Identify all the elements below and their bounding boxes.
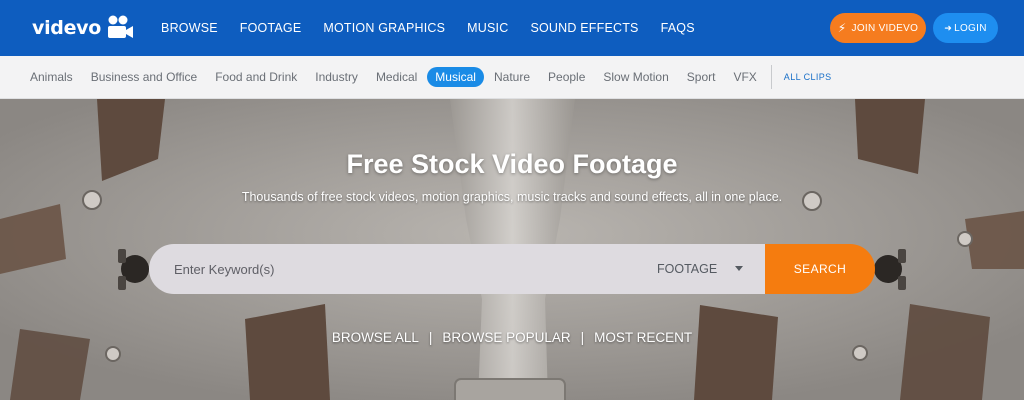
category-food-and-drink[interactable]: Food and Drink [207, 67, 305, 87]
film-camera-icon [108, 15, 134, 38]
login-button[interactable]: ➜ LOGIN [933, 13, 998, 43]
join-label: JOIN VIDEVO [851, 22, 919, 34]
search-type-value: FOOTAGE [657, 262, 718, 276]
top-navigation: videvo BROWSE FOOTAGE MOTION GRAPHICS MUSIC… [0, 0, 1024, 56]
all-clips-link[interactable]: ALL CLIPS [784, 72, 832, 82]
search-button[interactable]: SEARCH [765, 244, 875, 294]
category-animals[interactable]: Animals [22, 67, 81, 87]
category-bar: Animals Business and Office Food and Drink… [0, 56, 1024, 99]
category-vfx[interactable]: VFX [725, 67, 764, 87]
category-people[interactable]: People [540, 67, 593, 87]
hero-banner: Free Stock Video Footage Thousands of fr… [0, 99, 1024, 400]
nav-link-motion-graphics[interactable]: MOTION GRAPHICS [323, 21, 445, 35]
category-sport[interactable]: Sport [679, 67, 724, 87]
login-icon: ➜ [944, 22, 953, 33]
nav-link-browse[interactable]: BROWSE [161, 21, 218, 35]
chevron-down-icon [735, 266, 743, 271]
category-musical[interactable]: Musical [427, 67, 484, 87]
hero-title: Free Stock Video Footage [346, 149, 678, 179]
nav-link-music[interactable]: MUSIC [467, 21, 508, 35]
category-list: Animals Business and Office Food and Drink… [22, 67, 767, 87]
category-nature[interactable]: Nature [486, 67, 538, 87]
category-medical[interactable]: Medical [368, 67, 425, 87]
nav-link-faqs[interactable]: FAQS [661, 21, 695, 35]
category-slow-motion[interactable]: Slow Motion [595, 67, 676, 87]
lightning-icon: ⚡︎ [837, 21, 847, 35]
category-industry[interactable]: Industry [307, 67, 366, 87]
nav-link-footage[interactable]: FOOTAGE [240, 21, 302, 35]
search-bar: FOOTAGE SEARCH [149, 244, 875, 294]
category-divider [770, 65, 772, 89]
hero-subtitle: Thousands of free stock videos, motion g… [241, 190, 783, 204]
browse-links: BROWSE ALL | BROWSE POPULAR | MOST RECEN… [0, 330, 1024, 345]
search-type-select[interactable]: FOOTAGE [639, 244, 765, 294]
browse-all-link[interactable]: BROWSE ALL [332, 330, 419, 345]
search-input[interactable] [149, 244, 639, 294]
main-menu: BROWSE FOOTAGE MOTION GRAPHICS MUSIC SOUND E… [161, 21, 717, 35]
logo[interactable]: videvo [32, 14, 135, 42]
logo-text: videvo [32, 17, 102, 39]
join-videvo-button[interactable]: ⚡︎ JOIN VIDEVO [830, 13, 926, 43]
browse-separator: | [580, 330, 585, 345]
category-business-and-office[interactable]: Business and Office [83, 67, 206, 87]
nav-link-sound-effects[interactable]: SOUND EFFECTS [530, 21, 638, 35]
browse-popular-link[interactable]: BROWSE POPULAR [442, 330, 570, 345]
login-label: LOGIN [954, 22, 987, 34]
most-recent-link[interactable]: MOST RECENT [594, 330, 692, 345]
browse-separator: | [428, 330, 433, 345]
